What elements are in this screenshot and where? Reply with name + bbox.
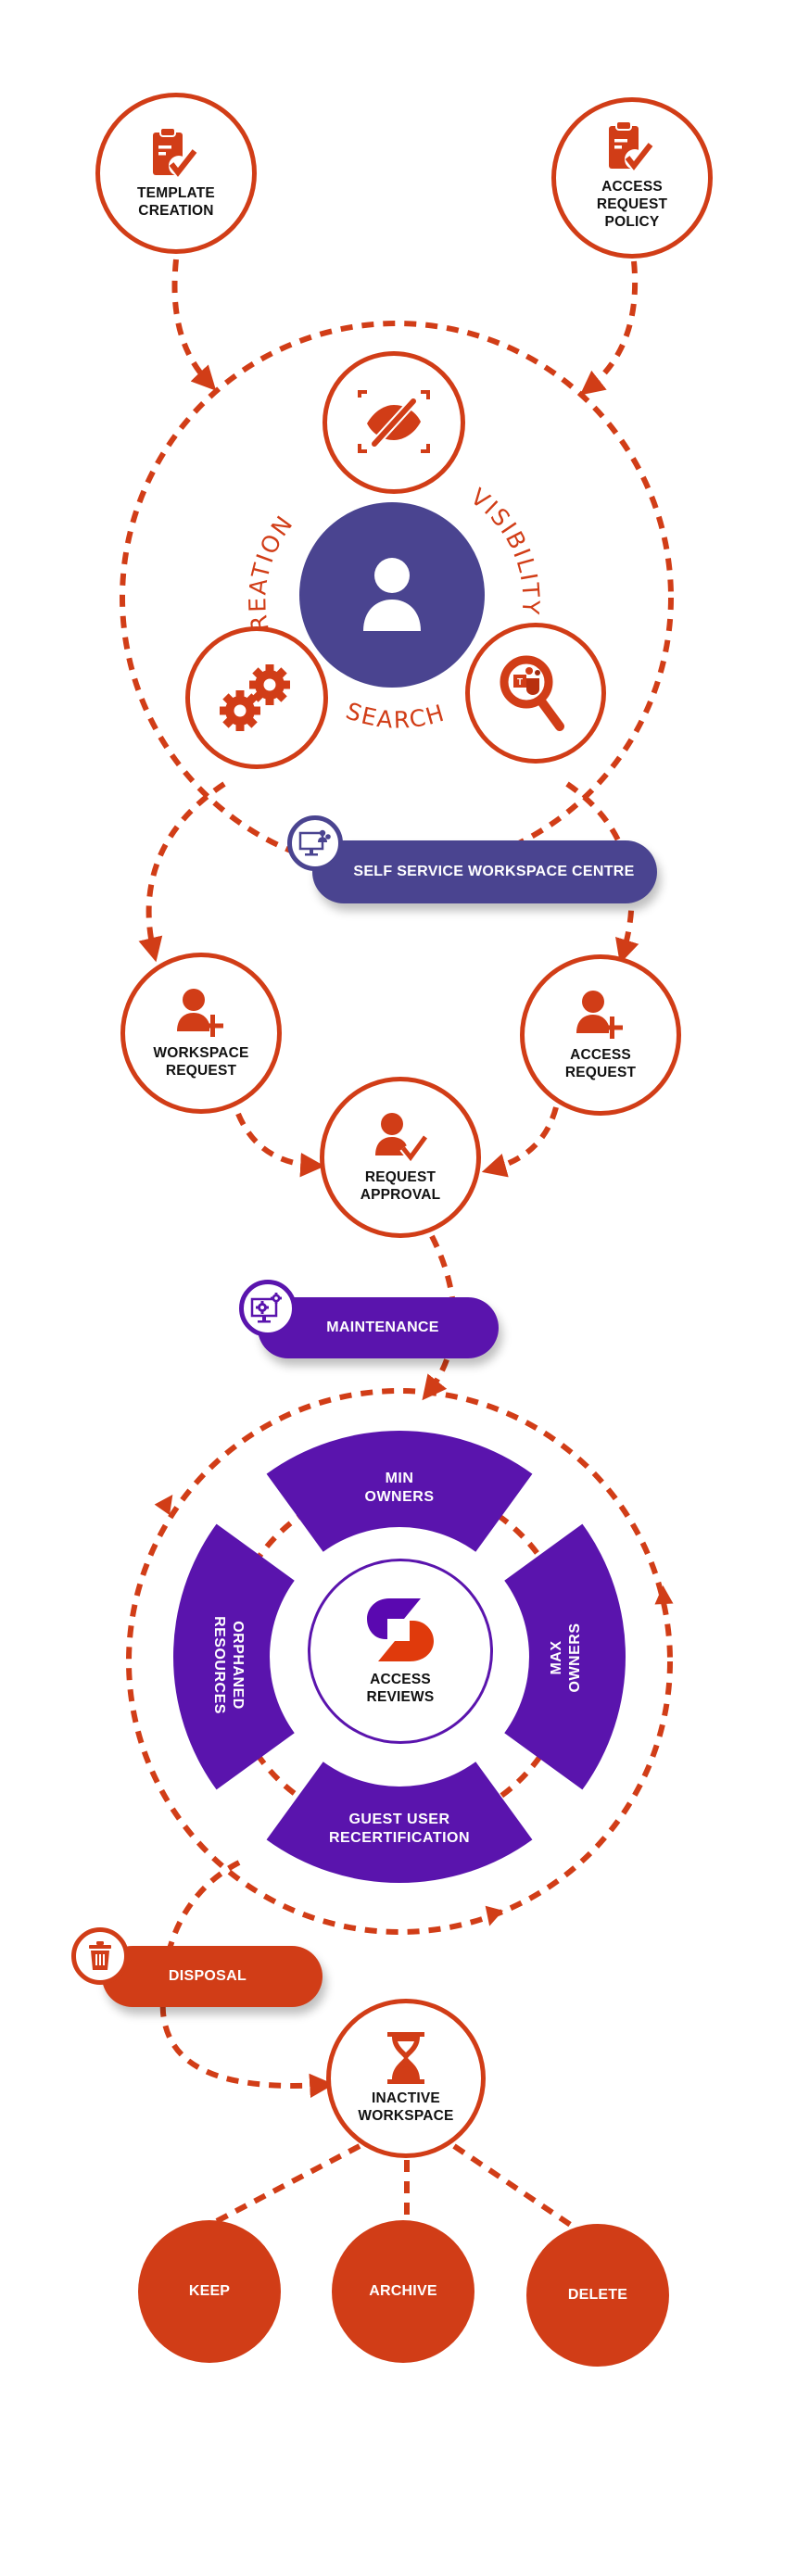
request-approval-label-1: REQUEST	[364, 1169, 436, 1185]
workspace-request-label-1: WORKSPACE	[153, 1045, 249, 1061]
disposal-label: DISPOSAL	[168, 1968, 247, 1984]
user-check-icon	[375, 1113, 429, 1163]
access-request-node[interactable]: ACCESS REQUEST	[520, 954, 681, 1116]
orphaned-line-2: RESOURCES	[211, 1616, 227, 1714]
max-owners-line-2: OWNERS	[567, 1623, 583, 1693]
guest-line-1: GUEST USER	[348, 1812, 450, 1827]
hourglass-icon	[387, 2032, 424, 2084]
inactive-workspace-node[interactable]: INACTIVE WORKSPACE	[326, 1999, 486, 2158]
access-reviews-label-1: ACCESS	[370, 1672, 431, 1687]
outcome-archive-label: ARCHIVE	[369, 2283, 437, 2299]
template-creation-label-1: TEMPLATE	[137, 185, 215, 201]
maintenance-icon-badge	[239, 1280, 297, 1337]
outcome-delete[interactable]: DELETE	[526, 2224, 669, 2367]
workspace-request-label-2: REQUEST	[165, 1063, 237, 1079]
request-approval-label-2: APPROVAL	[360, 1187, 441, 1203]
user-plus-icon	[576, 991, 623, 1039]
visibility-satellite[interactable]	[323, 351, 465, 494]
disposal-banner[interactable]: DISPOSAL	[102, 1946, 323, 2007]
gears-icon	[220, 664, 290, 731]
inactive-label-1: INACTIVE	[372, 2090, 440, 2106]
outcome-delete-label: DELETE	[567, 2287, 628, 2303]
max-owners-line-1: MAX	[549, 1640, 564, 1675]
access-reviews-label-2: REVIEWS	[366, 1689, 435, 1705]
search-satellite[interactable]: T	[465, 623, 606, 764]
user-plus-icon	[177, 989, 223, 1037]
segment-label-orphaned-resources[interactable]: ORPHANED RESOURCES	[209, 1572, 247, 1758]
disposal-icon-badge	[71, 1927, 129, 1985]
connector-policy-to-hub	[579, 260, 639, 396]
connector-inactive-to-keep	[213, 2143, 361, 2225]
template-creation-label-2: CREATION	[138, 203, 214, 219]
orbit-arrow-right	[654, 1585, 674, 1605]
access-request-label-2: REQUEST	[564, 1065, 637, 1080]
creation-satellite[interactable]	[185, 626, 328, 769]
user-icon	[363, 558, 421, 631]
eye-slash-icon	[358, 390, 430, 453]
policy-label-1: ACCESS	[601, 178, 663, 195]
access-request-policy-node[interactable]: ACCESS REQUEST POLICY	[551, 97, 713, 259]
svg-text:T: T	[517, 677, 523, 688]
maintenance-label: MAINTENANCE	[326, 1320, 439, 1335]
template-creation-node[interactable]: TEMPLATE CREATION	[95, 93, 257, 254]
hub-center[interactable]	[299, 502, 485, 688]
access-reviews-center[interactable]: ACCESS REVIEWS	[308, 1559, 493, 1744]
self-service-icon-badge	[287, 815, 343, 871]
hub-word-search: SEARCH	[343, 697, 449, 733]
self-service-label: SELF SERVICE WORKSPACE CENTRE	[353, 864, 635, 879]
min-owners-line-1: MIN	[385, 1471, 414, 1486]
request-approval-node[interactable]: REQUEST APPROVAL	[320, 1077, 481, 1238]
connector-hub-to-workspace-request	[138, 781, 226, 963]
connector-template-to-hub	[171, 259, 217, 391]
trash-icon	[89, 1941, 111, 1970]
access-request-label-1: ACCESS	[570, 1047, 631, 1063]
guest-line-2: RECERTIFICATION	[328, 1830, 471, 1846]
connector-access-to-approval	[481, 1106, 559, 1178]
segment-label-guest-user-recertification[interactable]: GUEST USER RECERTIFICATION	[288, 1811, 511, 1848]
clipboard-check-icon	[609, 120, 653, 170]
connector-workspace-to-approval	[235, 1112, 325, 1178]
clipboard-check-icon	[153, 127, 197, 177]
teams-search-icon: T	[500, 655, 564, 731]
policy-label-3: POLICY	[604, 213, 660, 230]
connector-inactive-to-delete	[452, 2143, 576, 2230]
orphaned-line-1: ORPHANED	[230, 1621, 246, 1710]
monitor-gears-icon	[250, 1293, 282, 1323]
outcome-keep-label: KEEP	[188, 2283, 231, 2299]
outcome-keep[interactable]: KEEP	[138, 2220, 281, 2363]
min-owners-line-2: OWNERS	[364, 1489, 435, 1505]
workspace-request-node[interactable]: WORKSPACE REQUEST	[120, 953, 282, 1114]
brand-s-logo	[367, 1598, 434, 1661]
outcome-archive[interactable]: ARCHIVE	[332, 2220, 474, 2363]
monitor-users-icon	[298, 829, 331, 856]
segment-label-max-owners[interactable]: MAX OWNERS	[548, 1565, 585, 1750]
self-service-workspace-centre-banner[interactable]: SELF SERVICE WORKSPACE CENTRE	[312, 840, 657, 903]
orbit-arrow-bottom	[485, 1905, 503, 1926]
inactive-label-2: WORKSPACE	[358, 2108, 454, 2124]
segment-label-min-owners[interactable]: MIN OWNERS	[307, 1470, 492, 1507]
policy-label-2: REQUEST	[596, 196, 668, 212]
